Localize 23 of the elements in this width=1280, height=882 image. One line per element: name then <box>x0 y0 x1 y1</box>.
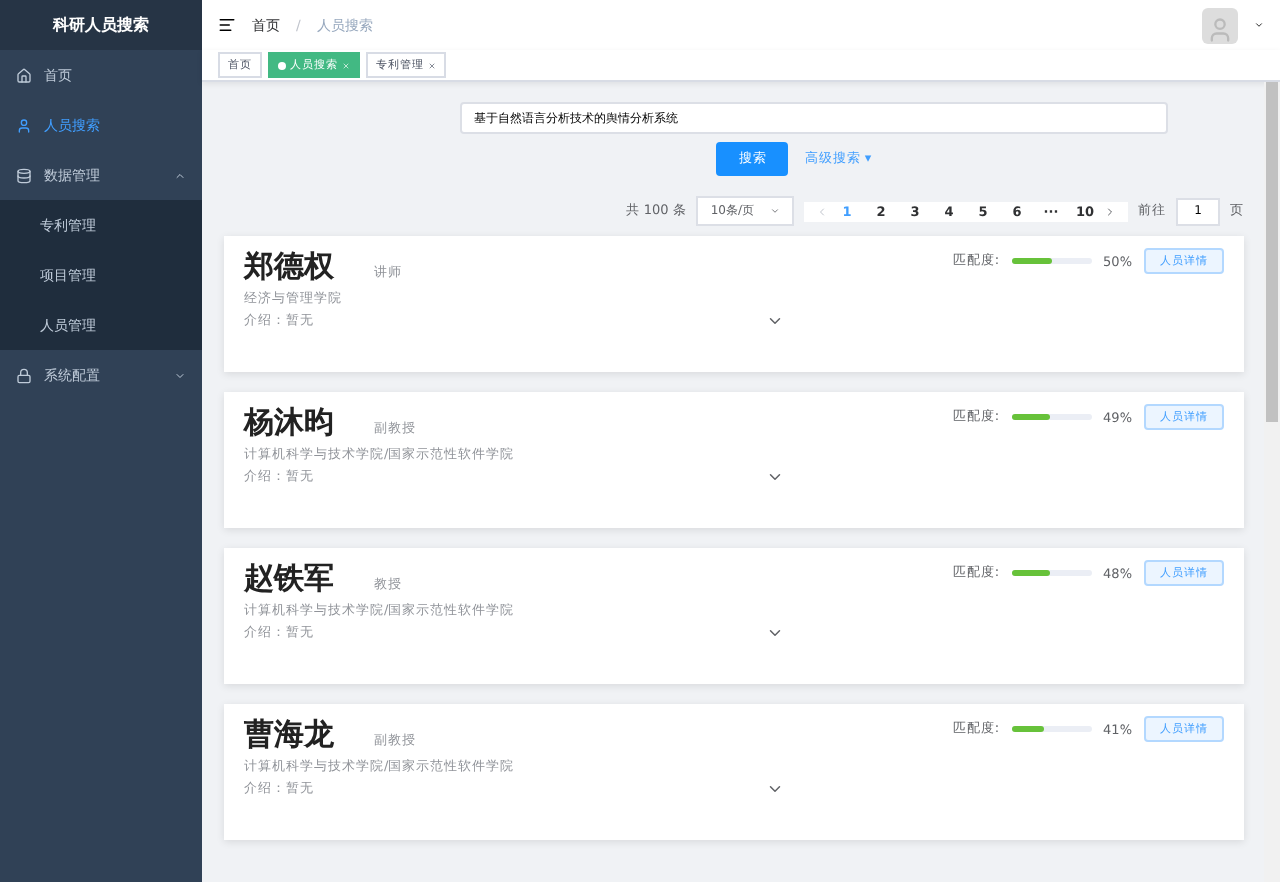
person-name: 郑德权 <box>244 248 334 286</box>
house-icon <box>16 67 32 83</box>
expand-icon[interactable] <box>766 624 784 642</box>
app-title: 科研人员搜索 <box>0 0 202 50</box>
person-name: 曹海龙 <box>244 716 334 754</box>
match-bar <box>1011 570 1092 576</box>
chevron-icon <box>174 369 186 381</box>
match-bar <box>1011 726 1092 732</box>
person-name: 赵铁军 <box>244 560 334 598</box>
scrollbar[interactable] <box>1264 82 1280 882</box>
chevron-icon <box>174 169 186 181</box>
chevron-icon <box>770 206 780 216</box>
expand-icon[interactable] <box>766 780 784 798</box>
menu-icon[interactable] <box>218 16 236 34</box>
expand-icon[interactable] <box>766 312 784 330</box>
expand-icon[interactable] <box>766 468 784 486</box>
caret-icon[interactable] <box>1254 20 1264 30</box>
user-icon <box>16 117 32 133</box>
database-icon <box>16 167 32 183</box>
match-bar <box>1011 414 1092 420</box>
person-name: 杨沐昀 <box>244 404 334 442</box>
lock-icon <box>16 367 32 383</box>
match-bar <box>1011 258 1092 264</box>
